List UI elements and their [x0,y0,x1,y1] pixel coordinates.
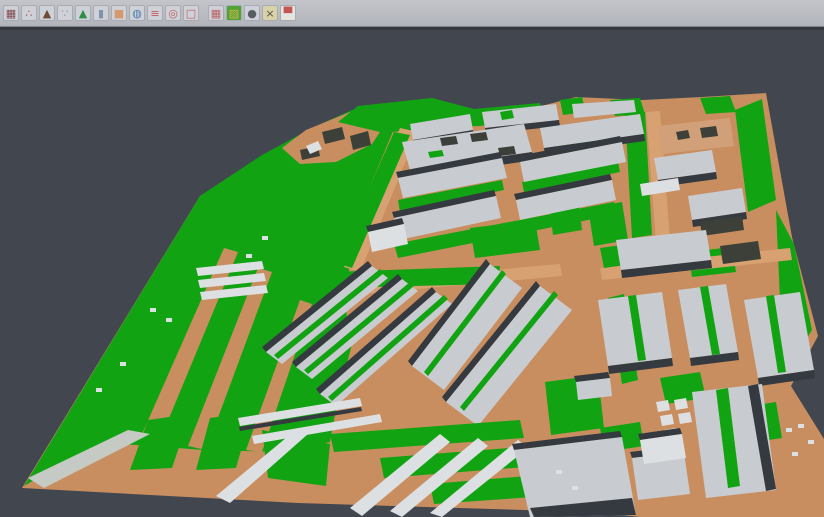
clear-cross-icon-glyph: × [265,8,274,19]
target-circle-icon[interactable]: ◎ [165,5,181,21]
garage-roof [678,412,692,424]
vegetation-surface-icon[interactable]: ▲ [75,5,91,21]
toolbar: ▦ ∴ ▲ ∵ ▲ ▮ ■ ◍ ≡ ◎ □ ▦ ▨ ● × ▀ [0,0,824,27]
layer-stack-icon[interactable]: ≡ [147,5,163,21]
grid-tile-icon-glyph: ▦ [211,8,221,19]
globe-icon-glyph: ◍ [132,8,142,19]
mosaic-icon-glyph: ▦ [6,8,16,19]
terrain-mound-icon[interactable]: ▲ [39,5,55,21]
white-speck [792,452,798,456]
white-speck [96,388,102,392]
target-circle-icon-glyph: ◎ [168,8,178,19]
garage-roof [656,400,670,412]
mosaic-icon[interactable]: ▦ [3,5,19,21]
vegetation-clump [700,96,736,114]
clear-cross-icon[interactable]: × [262,5,278,21]
ortho-tile-icon[interactable]: ■ [111,5,127,21]
point-cloud-icon-glyph: ∴ [26,8,33,19]
classification-map-icon[interactable]: ▨ [226,5,242,21]
selection-bounds-icon[interactable]: □ [183,5,199,21]
garage-roof [660,414,674,426]
sparse-points-icon-glyph: ∵ [62,8,69,19]
point-cloud-icon[interactable]: ∴ [21,5,37,21]
white-speck [120,362,126,366]
white-speck [262,236,268,240]
layer-stack-icon-glyph: ≡ [150,8,159,19]
scene-svg [0,27,824,517]
terrain-mound-icon-glyph: ▲ [43,8,51,19]
flag-stripe-icon-glyph: ▀ [284,8,292,19]
profile-column-icon-glyph: ▮ [98,8,104,19]
viewport-3d[interactable] [0,27,824,517]
sphere-icon[interactable]: ● [244,5,260,21]
sparse-points-icon[interactable]: ∵ [57,5,73,21]
white-speck [786,428,792,432]
globe-icon[interactable]: ◍ [129,5,145,21]
white-speck [150,308,156,312]
app-window: ▦ ∴ ▲ ∵ ▲ ▮ ■ ◍ ≡ ◎ □ ▦ ▨ ● × ▀ [0,0,824,517]
white-speck [166,318,172,322]
white-speck [572,486,578,490]
classification-map-icon-glyph: ▨ [229,8,239,19]
roof-vent [700,126,718,138]
sphere-icon-glyph: ● [247,8,257,19]
white-speck [808,440,814,444]
white-speck [556,470,562,474]
vegetation-surface-icon-glyph: ▲ [79,8,87,19]
profile-column-icon[interactable]: ▮ [93,5,109,21]
garage-roof [674,398,688,410]
white-speck [798,424,804,428]
selection-bounds-icon-glyph: □ [186,8,196,19]
flag-stripe-icon[interactable]: ▀ [280,5,296,21]
ortho-tile-icon-glyph: ■ [114,8,124,19]
white-speck [246,254,252,258]
grid-tile-icon[interactable]: ▦ [208,5,224,21]
